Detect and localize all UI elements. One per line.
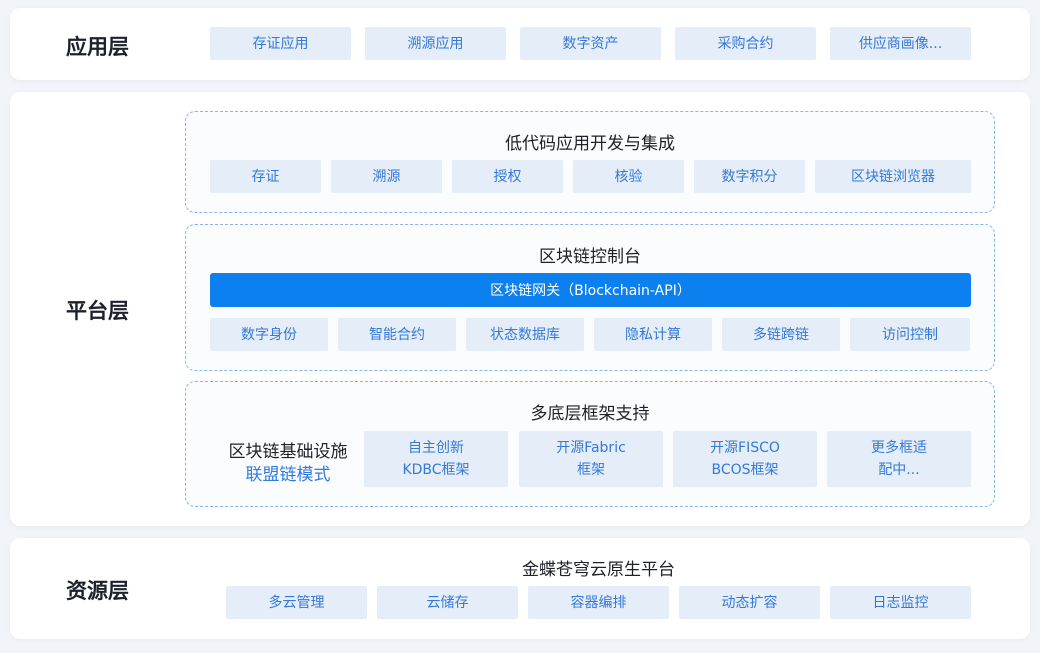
app-item-procurement-contract[interactable]: 采购合约 xyxy=(675,27,816,60)
framework-item-more[interactable]: 更多框适 配中... xyxy=(827,431,971,487)
framework-title: 多底层框架支持 xyxy=(530,404,650,424)
app-item-supplier-profile[interactable]: 供应商画像... xyxy=(830,27,971,60)
framework-panel: 多底层框架支持 区块链基础设施 联盟链模式 自主创新 KDBC框架 开源Fabr… xyxy=(185,381,995,507)
low-code-item-evidence[interactable]: 存证 xyxy=(210,160,321,193)
application-layer-title: 应用层 xyxy=(66,35,129,59)
console-item-privacy-computing[interactable]: 隐私计算 xyxy=(594,318,712,351)
low-code-item-blockchain-explorer[interactable]: 区块链浏览器 xyxy=(815,160,971,193)
resource-item-cloud-storage[interactable]: 云储存 xyxy=(377,586,518,619)
framework-item-fabric-line1: 开源Fabric xyxy=(556,440,626,456)
cloud-platform-title: 金蝶苍穹云原生平台 xyxy=(522,560,675,580)
framework-item-fabric-line2: 框架 xyxy=(577,462,605,478)
console-item-digital-identity[interactable]: 数字身份 xyxy=(210,318,328,351)
resource-item-log-monitoring[interactable]: 日志监控 xyxy=(830,586,971,619)
platform-layer: 平台层 低代码应用开发与集成 存证 溯源 授权 核验 数字积分 区块链浏览器 区… xyxy=(10,92,1030,526)
low-code-item-verification[interactable]: 核验 xyxy=(573,160,684,193)
blockchain-gateway-bar[interactable]: 区块链网关（Blockchain-API） xyxy=(210,273,971,307)
framework-item-kdbc[interactable]: 自主创新 KDBC框架 xyxy=(364,431,508,487)
resource-layer-title: 资源层 xyxy=(66,579,129,603)
console-item-access-control[interactable]: 访问控制 xyxy=(850,318,970,351)
resource-item-auto-scaling[interactable]: 动态扩容 xyxy=(679,586,820,619)
console-title: 区块链控制台 xyxy=(539,247,641,267)
app-item-evidence[interactable]: 存证应用 xyxy=(210,27,351,60)
framework-item-fisco-bcos-line2: BCOS框架 xyxy=(711,462,779,478)
application-layer: 应用层 存证应用 溯源应用 数字资产 采购合约 供应商画像... xyxy=(10,8,1030,80)
framework-item-kdbc-line1: 自主创新 xyxy=(408,440,464,456)
infrastructure-label: 区块链基础设施 xyxy=(228,442,348,462)
platform-layer-title: 平台层 xyxy=(66,299,129,323)
low-code-item-digital-points[interactable]: 数字积分 xyxy=(694,160,805,193)
resource-item-multi-cloud[interactable]: 多云管理 xyxy=(226,586,367,619)
app-item-digital-assets[interactable]: 数字资产 xyxy=(520,27,661,60)
console-item-state-database[interactable]: 状态数据库 xyxy=(466,318,584,351)
framework-item-fabric[interactable]: 开源Fabric 框架 xyxy=(519,431,663,487)
framework-item-more-line1: 更多框适 xyxy=(871,440,927,456)
low-code-title: 低代码应用开发与集成 xyxy=(505,134,675,154)
app-item-traceability[interactable]: 溯源应用 xyxy=(365,27,506,60)
framework-item-fisco-bcos[interactable]: 开源FISCO BCOS框架 xyxy=(673,431,817,487)
resource-layer: 资源层 金蝶苍穹云原生平台 多云管理 云储存 容器编排 动态扩容 日志监控 xyxy=(10,538,1030,639)
low-code-panel: 低代码应用开发与集成 存证 溯源 授权 核验 数字积分 区块链浏览器 xyxy=(185,111,995,213)
console-item-smart-contract[interactable]: 智能合约 xyxy=(338,318,456,351)
low-code-item-authorization[interactable]: 授权 xyxy=(452,160,563,193)
framework-item-more-line2: 配中... xyxy=(878,462,920,478)
resource-item-container-orchestration[interactable]: 容器编排 xyxy=(528,586,669,619)
framework-item-fisco-bcos-line1: 开源FISCO xyxy=(710,440,780,456)
console-item-cross-chain[interactable]: 多链跨链 xyxy=(722,318,840,351)
console-panel: 区块链控制台 区块链网关（Blockchain-API） 数字身份 智能合约 状… xyxy=(185,224,995,371)
low-code-item-traceability[interactable]: 溯源 xyxy=(331,160,442,193)
consortium-chain-mode: 联盟链模式 xyxy=(245,465,331,485)
framework-item-kdbc-line2: KDBC框架 xyxy=(402,462,470,478)
